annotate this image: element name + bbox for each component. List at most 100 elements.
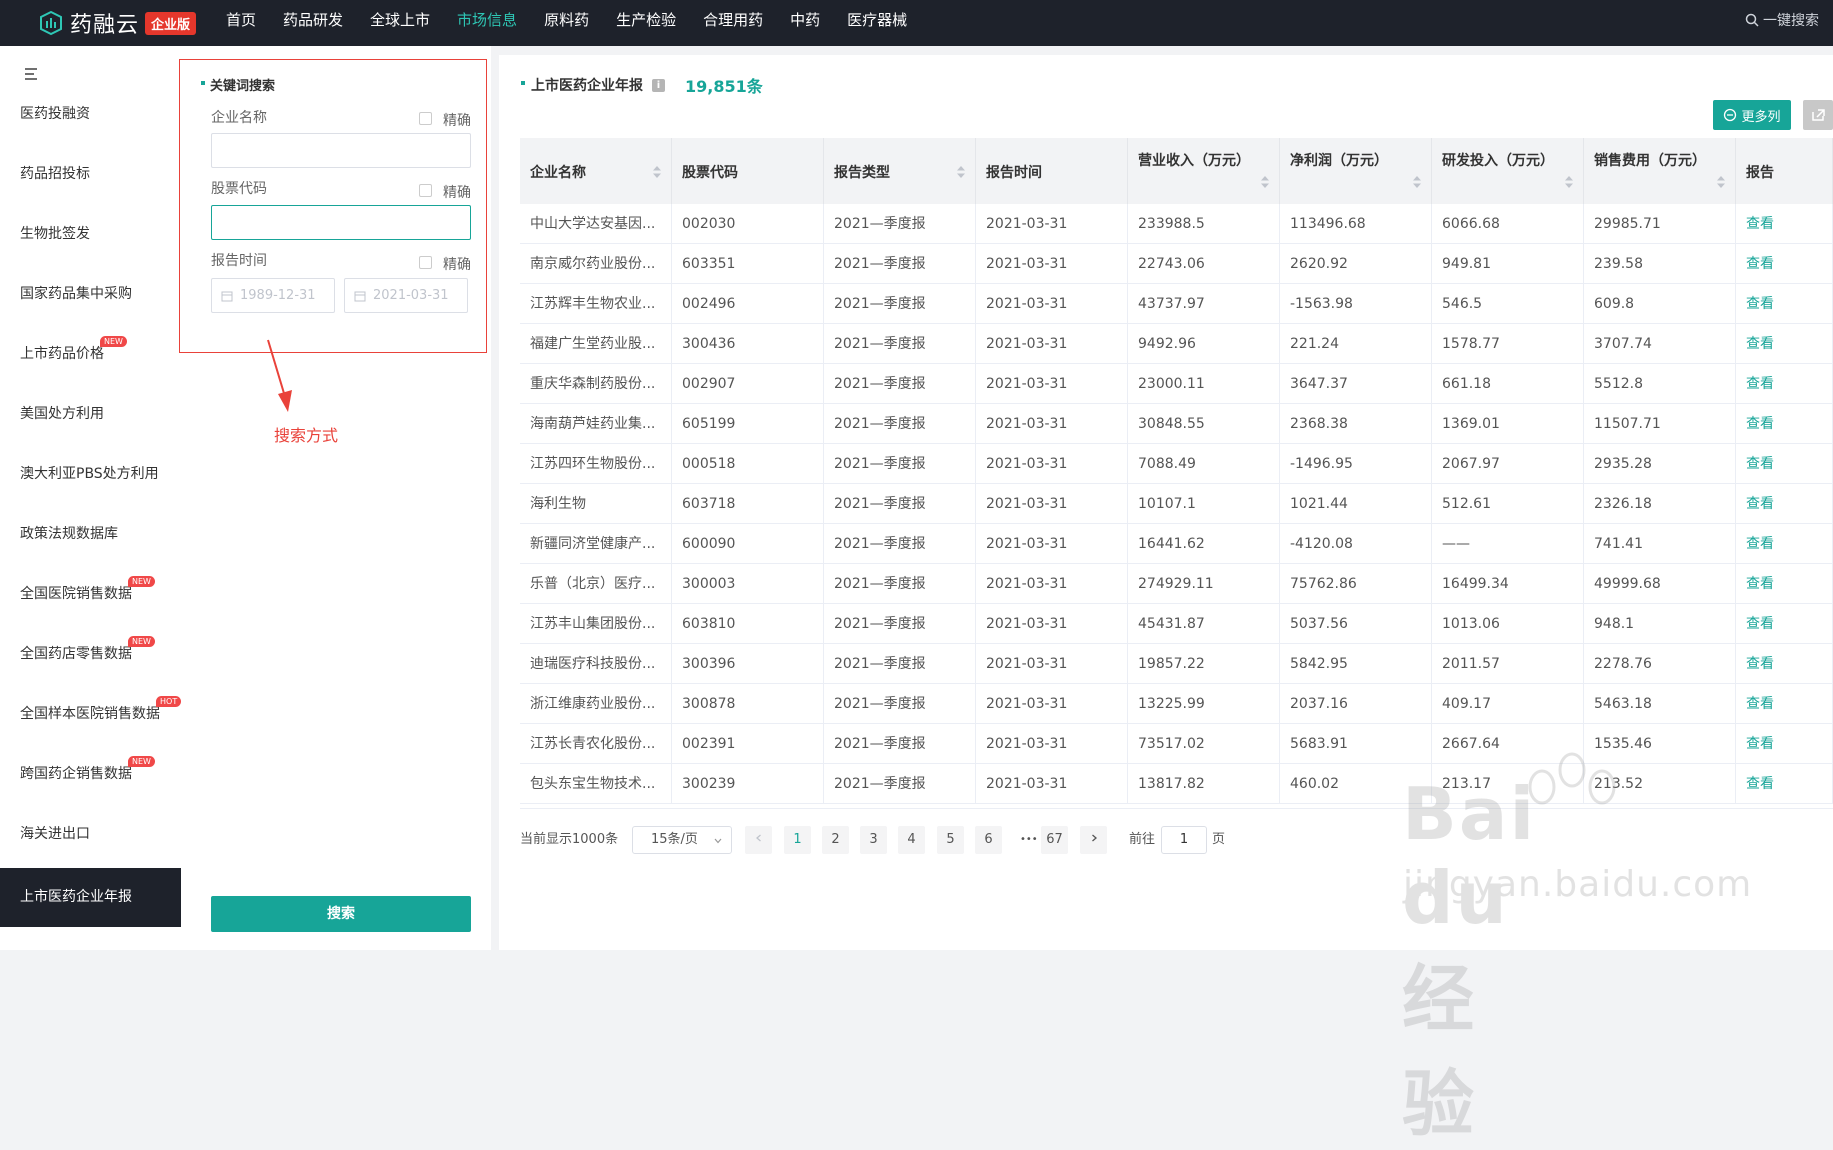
company-name-input[interactable] xyxy=(211,133,471,168)
view-report-link[interactable]: 查看 xyxy=(1736,204,1833,244)
column-header-7[interactable]: 销售费用（万元） xyxy=(1584,138,1736,204)
table-cell: 2368.38 xyxy=(1280,404,1432,444)
sidebar-item-0[interactable]: 医药投融资 xyxy=(0,92,181,136)
column-header-label: 营业收入（万元） xyxy=(1138,153,1250,169)
view-report-link[interactable]: 查看 xyxy=(1736,324,1833,364)
more-columns-button[interactable]: 更多列 xyxy=(1713,100,1791,130)
sidebar-item-4[interactable]: 上市药品价格 NEW xyxy=(0,332,181,376)
sidebar-item-13[interactable]: 上市医药企业年报 xyxy=(0,868,181,927)
sidebar-item-11[interactable]: 跨国药企销售数据 NEW xyxy=(0,752,181,796)
column-header-5[interactable]: 净利润（万元） xyxy=(1280,138,1432,204)
table-cell: 2021-03-31 xyxy=(976,444,1128,484)
info-icon[interactable]: i xyxy=(652,78,665,92)
table-row: 江苏四环生物股份... 000518 2021—季度报 2021-03-31 7088.… xyxy=(520,444,1833,484)
sidebar-item-12[interactable]: 海关进出口 xyxy=(0,812,181,856)
nav-item-5[interactable]: 生产检验 xyxy=(616,0,676,46)
table-cell: 300003 xyxy=(672,564,824,604)
page-button-3[interactable]: 3 xyxy=(860,826,887,854)
sort-icon[interactable] xyxy=(653,166,661,178)
sidebar-item-2[interactable]: 生物批签发 xyxy=(0,212,181,256)
sidebar-item-7[interactable]: 政策法规数据库 xyxy=(0,512,181,556)
company-exact-checkbox[interactable] xyxy=(419,112,432,125)
sidebar-item-9[interactable]: 全国药店零售数据 NEW xyxy=(0,632,181,676)
annotation-arrow-icon xyxy=(267,339,292,412)
view-report-link[interactable]: 查看 xyxy=(1736,484,1833,524)
sidebar-item-label: 澳大利亚PBS处方利用 xyxy=(20,466,159,482)
view-report-link[interactable]: 查看 xyxy=(1736,524,1833,564)
view-report-link[interactable]: 查看 xyxy=(1736,764,1833,804)
table-cell: 2021-03-31 xyxy=(976,284,1128,324)
sidebar-item-tag: NEW xyxy=(100,336,127,347)
nav-item-7[interactable]: 中药 xyxy=(790,0,820,46)
brand-logo[interactable]: 药融云 企业版 xyxy=(38,6,197,40)
column-header-6[interactable]: 研发投入（万元） xyxy=(1432,138,1584,204)
view-report-link[interactable]: 查看 xyxy=(1736,244,1833,284)
next-page-button[interactable] xyxy=(1080,826,1107,854)
table-cell: 5842.95 xyxy=(1280,644,1432,684)
page-button-last[interactable]: 67 xyxy=(1041,826,1068,854)
stock-code-input[interactable] xyxy=(211,205,471,240)
global-search-button[interactable]: 一键搜索 xyxy=(1745,10,1819,30)
sidebar-item-6[interactable]: 澳大利亚PBS处方利用 xyxy=(0,452,181,496)
stock-exact-checkbox[interactable] xyxy=(419,184,432,197)
column-header-0[interactable]: 企业名称 xyxy=(520,138,672,204)
nav-item-2[interactable]: 全球上市 xyxy=(370,0,430,46)
page-button-6[interactable]: 6 xyxy=(975,826,1002,854)
table-cell: 2021—季度报 xyxy=(824,644,976,684)
table-cell: 2021—季度报 xyxy=(824,324,976,364)
prev-page-button[interactable] xyxy=(745,826,772,854)
nav-item-6[interactable]: 合理用药 xyxy=(703,0,763,46)
sort-icon[interactable] xyxy=(1565,176,1573,188)
view-report-link[interactable]: 查看 xyxy=(1736,444,1833,484)
column-header-4[interactable]: 营业收入（万元） xyxy=(1128,138,1280,204)
nav-item-4[interactable]: 原料药 xyxy=(544,0,589,46)
table-cell: 113496.68 xyxy=(1280,204,1432,244)
view-report-link[interactable]: 查看 xyxy=(1736,564,1833,604)
export-button[interactable] xyxy=(1803,100,1833,130)
table-cell: -4120.08 xyxy=(1280,524,1432,564)
column-header-3[interactable]: 报告时间 xyxy=(976,138,1128,204)
date-to-value: 2021-03-31 xyxy=(373,288,449,303)
page-button-2[interactable]: 2 xyxy=(822,826,849,854)
table-cell: 2021-03-31 xyxy=(976,364,1128,404)
view-report-link[interactable]: 查看 xyxy=(1736,684,1833,724)
sidebar-item-3[interactable]: 国家药品集中采购 xyxy=(0,272,181,316)
date-exact-checkbox[interactable] xyxy=(419,256,432,269)
view-report-link[interactable]: 查看 xyxy=(1736,404,1833,444)
page-button-1[interactable]: 1 xyxy=(784,826,811,854)
date-from-picker[interactable]: 1989-12-31 xyxy=(211,278,335,313)
table-cell: 5683.91 xyxy=(1280,724,1432,764)
pagination-ellipsis[interactable]: ••• xyxy=(1020,826,1038,854)
column-header-label: 报告时间 xyxy=(986,165,1042,181)
view-report-link[interactable]: 查看 xyxy=(1736,644,1833,684)
sort-icon[interactable] xyxy=(1413,176,1421,188)
column-header-2[interactable]: 报告类型 xyxy=(824,138,976,204)
view-report-link[interactable]: 查看 xyxy=(1736,724,1833,764)
sidebar-item-5[interactable]: 美国处方利用 xyxy=(0,392,181,436)
nav-item-0[interactable]: 首页 xyxy=(226,0,256,46)
sidebar-item-label: 海关进出口 xyxy=(20,826,90,842)
view-report-link[interactable]: 查看 xyxy=(1736,604,1833,644)
view-report-link[interactable]: 查看 xyxy=(1736,284,1833,324)
sidebar-item-label: 国家药品集中采购 xyxy=(20,286,132,302)
page-button-4[interactable]: 4 xyxy=(898,826,925,854)
nav-item-8[interactable]: 医疗器械 xyxy=(847,0,907,46)
view-report-link[interactable]: 查看 xyxy=(1736,364,1833,404)
sidebar-item-10[interactable]: 全国样本医院销售数据 HOT xyxy=(0,692,182,736)
goto-page-input[interactable]: 1 xyxy=(1161,826,1207,854)
sort-icon[interactable] xyxy=(1261,176,1269,188)
page-button-5[interactable]: 5 xyxy=(937,826,964,854)
column-header-1[interactable]: 股票代码 xyxy=(672,138,824,204)
search-icon xyxy=(1745,13,1759,27)
sort-icon[interactable] xyxy=(1717,176,1725,188)
sidebar-item-8[interactable]: 全国医院销售数据 NEW xyxy=(0,572,181,616)
menu-icon[interactable] xyxy=(24,67,40,81)
nav-item-1[interactable]: 药品研发 xyxy=(283,0,343,46)
search-button[interactable]: 搜索 xyxy=(211,896,471,932)
date-to-picker[interactable]: 2021-03-31 xyxy=(344,278,468,313)
column-header-8[interactable]: 报告 xyxy=(1736,138,1833,204)
nav-item-3[interactable]: 市场信息 xyxy=(457,0,517,46)
page-size-select[interactable]: 15条/页 xyxy=(632,826,732,854)
sort-icon[interactable] xyxy=(957,166,965,178)
sidebar-item-1[interactable]: 药品招投标 xyxy=(0,152,181,196)
